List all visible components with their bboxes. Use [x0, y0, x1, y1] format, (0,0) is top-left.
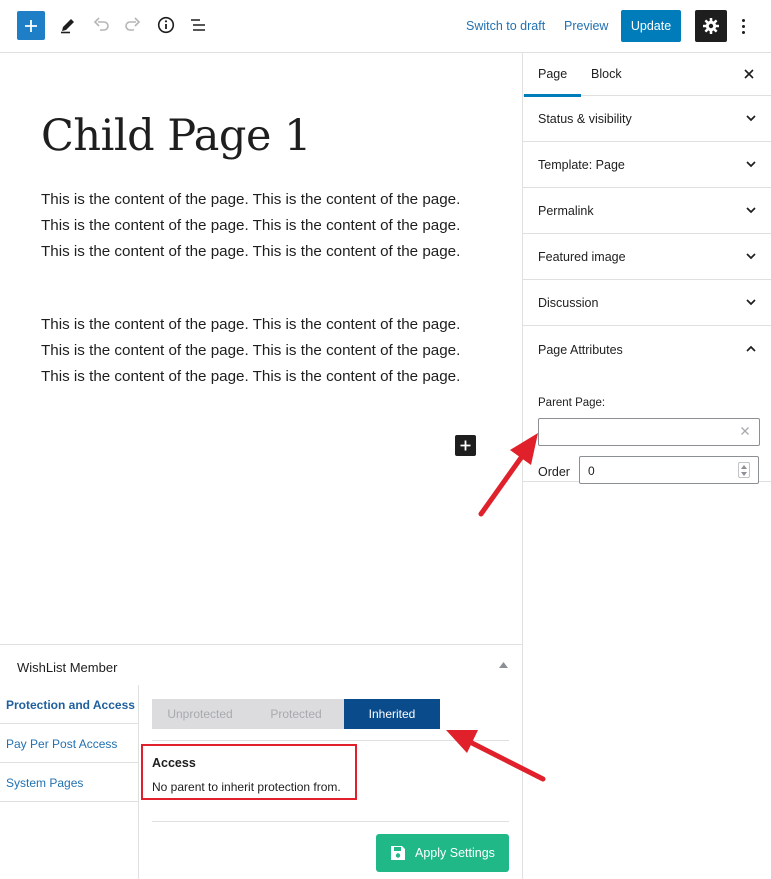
paragraph-block[interactable]: This is the content of the page. This is…: [41, 312, 476, 389]
chevron-down-icon: [746, 253, 756, 260]
pencil-icon: [61, 19, 74, 34]
wishlist-member-metabox: WishList Member Protection and Access Pa…: [0, 644, 522, 879]
highlight-box: [141, 744, 357, 800]
parent-page-select[interactable]: [538, 418, 760, 446]
redo-icon: [125, 17, 141, 31]
dot: [741, 24, 745, 28]
tab-page[interactable]: Page: [523, 67, 582, 97]
order-label: Order: [538, 465, 570, 479]
panel-title[interactable]: Page Attributes: [538, 343, 623, 357]
panel-title: Template: Page: [538, 158, 625, 172]
details-button[interactable]: [156, 15, 176, 35]
dot: [741, 30, 745, 34]
order-stepper[interactable]: [738, 462, 750, 478]
clear-icon[interactable]: [739, 425, 751, 437]
chevron-down-icon: [746, 161, 756, 168]
panel-status-visibility[interactable]: Status & visibility: [523, 96, 771, 142]
redo-button[interactable]: [123, 15, 143, 35]
undo-icon: [93, 17, 109, 31]
segment-unprotected[interactable]: Unprotected: [152, 699, 248, 729]
divider: [152, 821, 509, 822]
sidebar-tabs: Page Block: [523, 53, 771, 97]
switch-to-draft-button[interactable]: Switch to draft: [466, 19, 545, 33]
panel-page-attributes: Page Attributes Parent Page: Order 0: [523, 326, 771, 484]
inline-add-block-button[interactable]: [455, 435, 476, 456]
nav-protection-and-access[interactable]: Protection and Access: [0, 685, 138, 724]
nav-pay-per-post-access[interactable]: Pay Per Post Access: [0, 724, 138, 763]
top-toolbar: Switch to draft Preview Update: [0, 0, 771, 53]
caret-down-icon: [741, 471, 747, 476]
more-options-button[interactable]: [736, 14, 750, 38]
panel-title: Featured image: [538, 250, 626, 264]
nav-label: System Pages: [6, 776, 84, 790]
nav-label: Pay Per Post Access: [6, 737, 118, 751]
close-icon: [744, 69, 754, 79]
save-icon: [391, 846, 405, 860]
panel-template[interactable]: Template: Page: [523, 142, 771, 188]
collapse-caret-icon[interactable]: [499, 661, 508, 668]
nav-system-pages[interactable]: System Pages: [0, 763, 138, 802]
order-value: 0: [588, 464, 595, 478]
nav-label: Protection and Access: [6, 698, 135, 712]
editor-canvas: Child Page 1 This is the content of the …: [0, 53, 522, 644]
chevron-down-icon: [746, 299, 756, 306]
gear-icon: [703, 18, 719, 34]
panel-title: Discussion: [538, 296, 599, 310]
caret-up-icon: [741, 464, 747, 469]
divider: [152, 740, 509, 741]
plus-icon: [25, 19, 37, 32]
info-icon: [157, 16, 175, 34]
panel-title: Status & visibility: [538, 112, 632, 126]
settings-sidebar: Page Block Status & visibility Template:…: [522, 53, 771, 879]
panel-permalink[interactable]: Permalink: [523, 188, 771, 234]
undo-button[interactable]: [91, 15, 111, 35]
chevron-down-icon: [746, 207, 756, 214]
apply-settings-label: Apply Settings: [415, 846, 495, 860]
list-view-button[interactable]: [188, 15, 208, 35]
page-title[interactable]: Child Page 1: [41, 111, 311, 161]
tools-button[interactable]: [58, 15, 78, 35]
panel-discussion[interactable]: Discussion: [523, 280, 771, 326]
list-view-icon: [191, 19, 205, 31]
apply-settings-button[interactable]: Apply Settings: [376, 834, 509, 872]
tab-block[interactable]: Block: [591, 67, 622, 81]
paragraph-block[interactable]: This is the content of the page. This is…: [41, 187, 476, 264]
plus-icon: [460, 440, 471, 451]
order-input[interactable]: 0: [579, 456, 759, 484]
metabox-title: WishList Member: [17, 660, 118, 675]
segment-protected[interactable]: Protected: [248, 699, 344, 729]
chevron-up-icon[interactable]: [745, 343, 757, 355]
close-sidebar-button[interactable]: [741, 66, 757, 82]
add-block-button[interactable]: [17, 11, 45, 40]
panel-featured-image[interactable]: Featured image: [523, 234, 771, 280]
protection-segmented-control: Unprotected Protected Inherited: [152, 699, 440, 729]
update-button[interactable]: Update: [621, 10, 681, 42]
segment-inherited[interactable]: Inherited: [344, 699, 440, 729]
panel-title: Permalink: [538, 204, 594, 218]
dot: [741, 18, 745, 22]
preview-button[interactable]: Preview: [564, 19, 608, 33]
parent-page-label: Parent Page:: [538, 397, 606, 409]
chevron-down-icon: [746, 115, 756, 122]
metabox-nav: Protection and Access Pay Per Post Acces…: [0, 685, 139, 879]
settings-button[interactable]: [695, 10, 727, 42]
